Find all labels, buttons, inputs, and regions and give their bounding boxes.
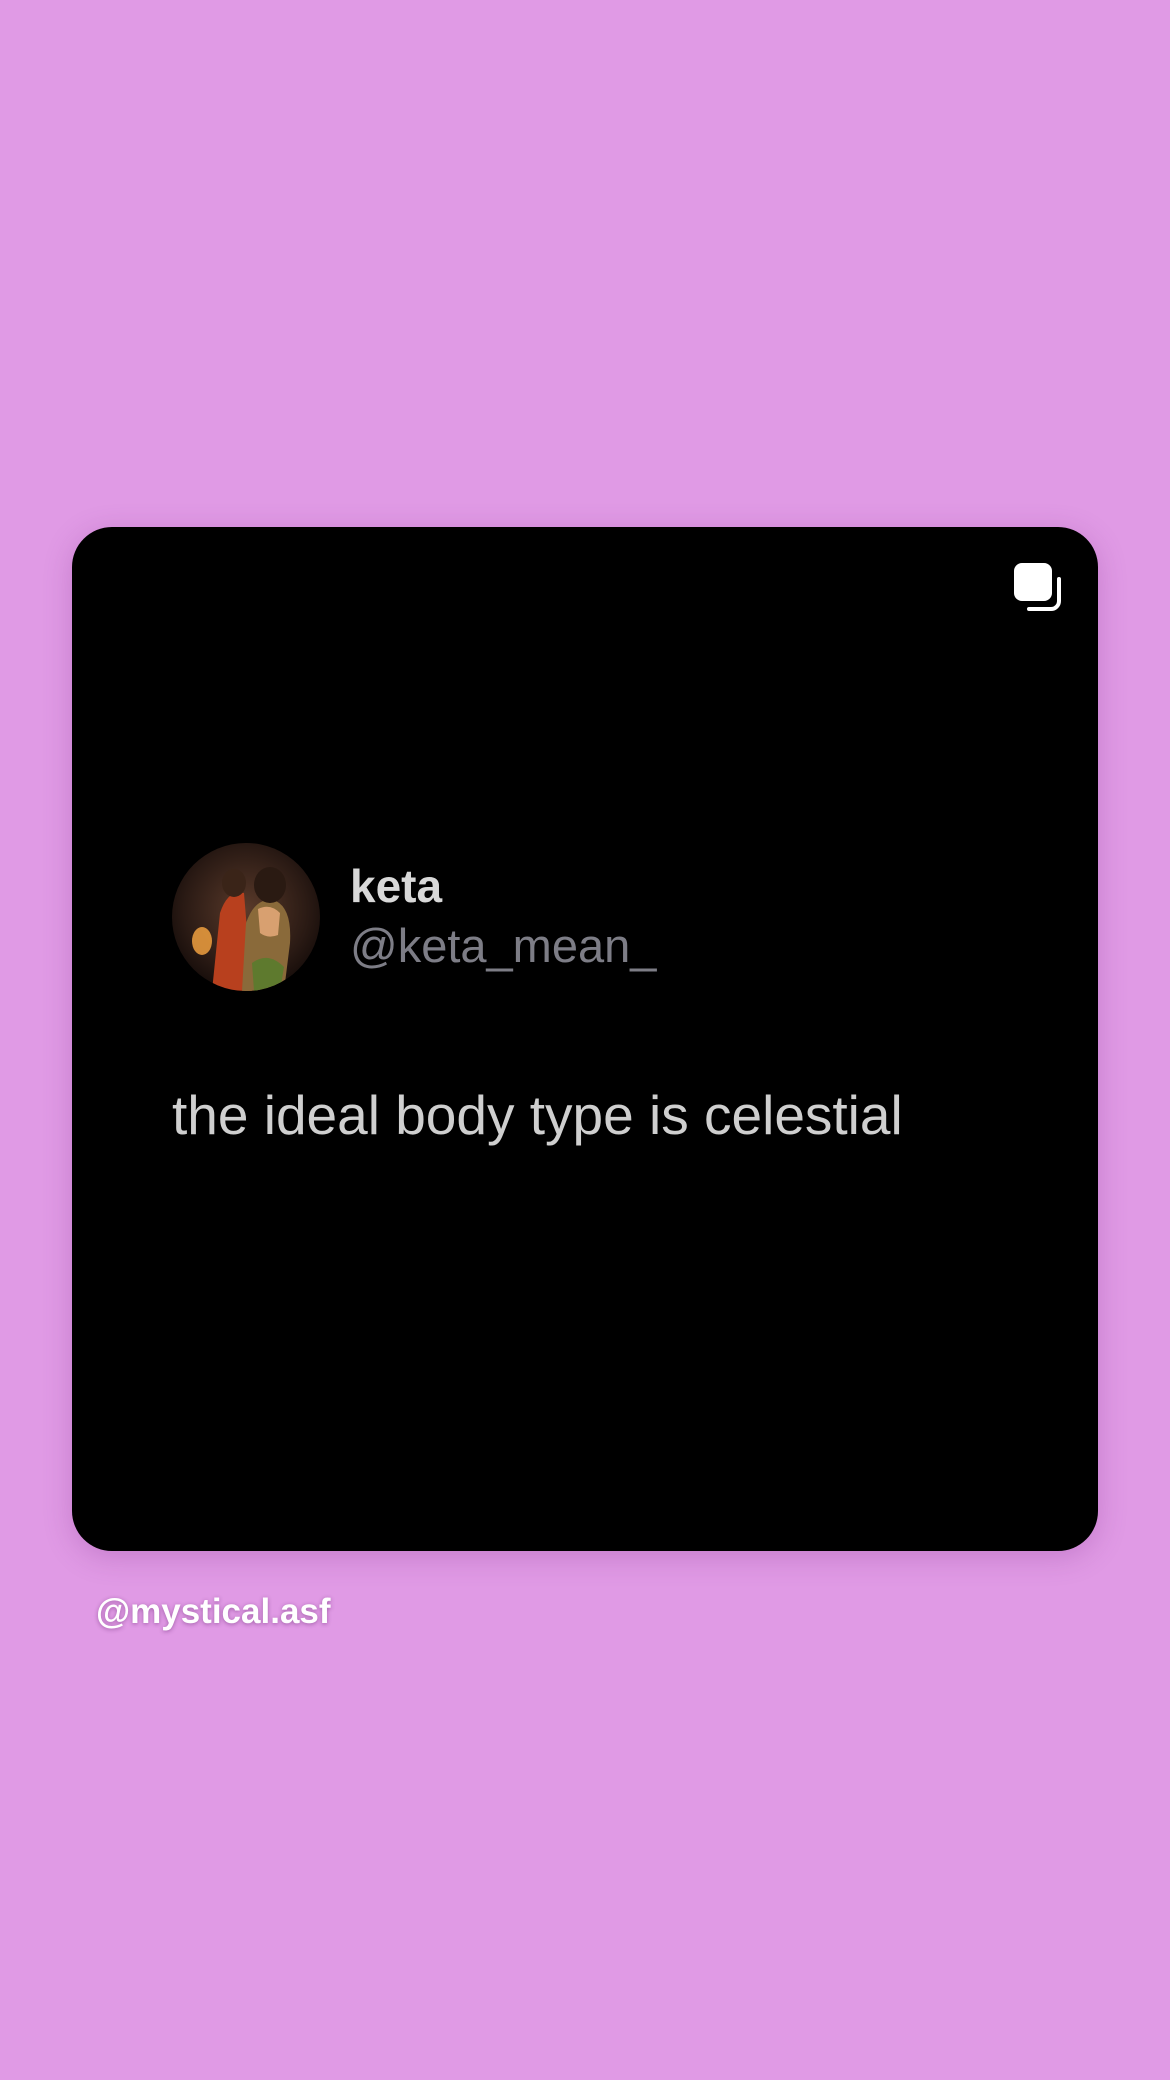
tweet-author: keta @keta_mean_: [350, 858, 656, 976]
shared-post-card[interactable]: keta @keta_mean_ the ideal body type is …: [72, 527, 1098, 1551]
profile-avatar: [172, 843, 320, 991]
tweet-header: keta @keta_mean_: [172, 843, 656, 991]
user-handle: @keta_mean_: [350, 919, 657, 972]
story-canvas: keta @keta_mean_ the ideal body type is …: [0, 0, 1170, 2080]
tweet-text: the ideal body type is celestial: [172, 1084, 903, 1146]
multiple-images-icon: [1012, 561, 1064, 613]
display-name: keta: [350, 860, 443, 912]
credit-mention[interactable]: @mystical.asf: [96, 1592, 331, 1632]
